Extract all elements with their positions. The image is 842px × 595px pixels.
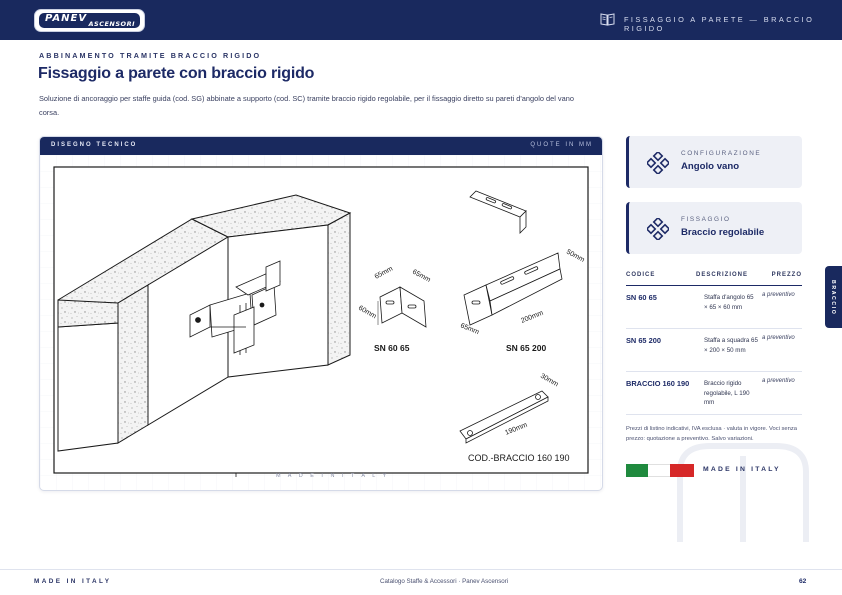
- technical-drawing: 60mm 65mm 65mm SN 60 65 65mm 200mm 50mm …: [40, 155, 602, 490]
- side-tab-label: BRACCIO: [830, 280, 836, 316]
- column-header-price: PREZZO: [771, 272, 802, 278]
- row-code: SN 60 65: [626, 293, 657, 302]
- table-row[interactable]: BRACCIO 160 190 Braccio rigido regolabil…: [626, 372, 802, 415]
- price-table-header: CODICE DESCRIZIONE PREZZO: [626, 268, 802, 286]
- row-description: Braccio rigido regolabile, L 190 mm: [704, 380, 750, 407]
- footer-catalog-name: Catalogo Staffe & Accessori · Panev Asce…: [380, 578, 509, 585]
- section-title: FISSAGGIO A PARETE — BRACCIO RIGIDO: [624, 15, 815, 33]
- italian-flag: [626, 464, 694, 477]
- row-description: Staffa a squadra 65 × 200 × 50 mm: [704, 337, 758, 354]
- drawing-header-title: DISEGNO TECNICO: [51, 142, 138, 148]
- config-label: CONFIGURAZIONE: [681, 150, 762, 157]
- drawing-header: DISEGNO TECNICO QUOTE IN MM: [40, 137, 602, 155]
- logo-main-text: PANEV: [45, 13, 88, 24]
- technical-drawing-card: DISEGNO TECNICO QUOTE IN MM 60mm 65mm 65…: [39, 136, 603, 491]
- logo-sub-text: ASCENSORI: [88, 20, 135, 28]
- row-description: Staffa d'angolo 65 × 65 × 60 mm: [704, 294, 754, 311]
- fixing-card[interactable]: FISSAGGIO Braccio regolabile: [626, 202, 802, 254]
- elevator-door-watermark: [677, 443, 809, 542]
- flag-green: [626, 464, 648, 477]
- made-in-italy-label: MADE IN ITALY: [703, 466, 781, 473]
- page-title: Fissaggio a parete con braccio rigido: [38, 65, 315, 82]
- column-header-code: CODICE: [626, 272, 656, 278]
- drawing-header-units: QUOTE IN MM: [530, 142, 593, 148]
- row-code: SN 65 200: [626, 336, 661, 345]
- diamond-cluster-icon: [647, 152, 669, 174]
- side-tab-braccio[interactable]: BRACCIO: [825, 266, 842, 328]
- drawing-area: 60mm 65mm 65mm SN 60 65 65mm 200mm 50mm …: [40, 155, 602, 490]
- diamond-cluster-icon: [647, 218, 669, 240]
- top-bar: PANEV ASCENSORI FISSAGGIO A PARETE — BRA…: [0, 0, 842, 40]
- footer-divider: [0, 569, 842, 570]
- lead-paragraph: Soluzione di ancoraggio per staffe guida…: [39, 94, 574, 117]
- price-table: CODICE DESCRIZIONE PREZZO SN 60 65 Staff…: [626, 268, 802, 415]
- row-price: a preventivo: [762, 378, 795, 384]
- flag-white: [648, 464, 670, 477]
- book-icon: [600, 13, 615, 26]
- label-braccio: COD.-BRACCIO 160 190: [468, 453, 570, 463]
- table-row[interactable]: SN 65 200 Staffa a squadra 65 × 200 × 50…: [626, 329, 802, 372]
- logo-badge: PANEV ASCENSORI: [39, 13, 140, 28]
- column-header-description: DESCRIZIONE: [696, 272, 749, 278]
- drawing-watermark: M A D E I N I T A L Y: [276, 473, 389, 479]
- brand-logo[interactable]: PANEV ASCENSORI: [34, 9, 145, 32]
- page-kicker: ABBINAMENTO TRAMITE BRACCIO RIGIDO: [39, 51, 262, 60]
- label-sn6065: SN 60 65: [374, 343, 410, 353]
- flag-red: [670, 464, 694, 477]
- footer-made-in-italy: MADE IN ITALY: [34, 578, 112, 585]
- row-price: a preventivo: [762, 335, 795, 341]
- fixing-label: FISSAGGIO: [681, 216, 731, 223]
- label-sn65200: SN 65 200: [506, 343, 546, 353]
- page-number: 62: [799, 578, 807, 585]
- config-card[interactable]: CONFIGURAZIONE Angolo vano: [626, 136, 802, 188]
- row-price: a preventivo: [762, 292, 795, 298]
- table-row[interactable]: SN 60 65 Staffa d'angolo 65 × 65 × 60 mm…: [626, 286, 802, 329]
- config-value: Angolo vano: [681, 161, 740, 172]
- row-code: BRACCIO 160 190: [626, 379, 690, 388]
- fixing-value: Braccio regolabile: [681, 227, 765, 238]
